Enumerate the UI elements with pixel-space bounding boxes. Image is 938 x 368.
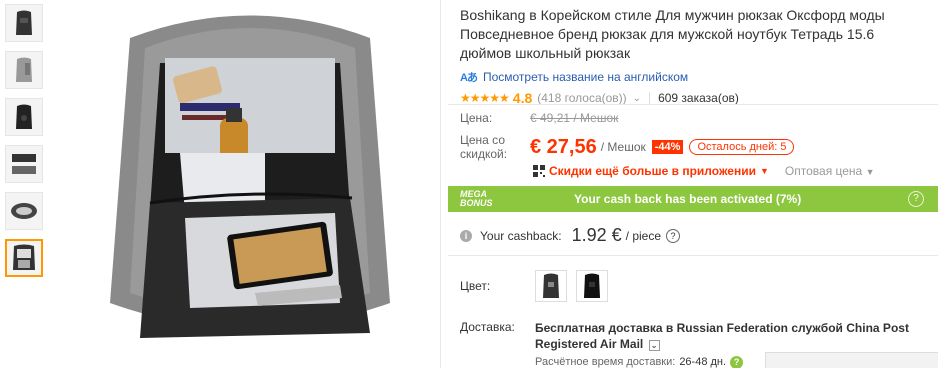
mega-bonus-badge: MEGA BONUS [460,190,500,208]
shipping-label: Доставка: [460,320,515,334]
price-unit: / Мешок [600,140,646,154]
translate-title-link[interactable]: Aあ Посмотреть название на английском [460,69,938,85]
thumbnail-1[interactable] [5,4,43,42]
column-divider [440,0,441,368]
qr-code-icon [533,165,545,177]
color-selector: Цвет: [460,270,617,302]
thumbnail-3[interactable] [5,98,43,136]
eta-value: 26-48 дн. [679,356,727,368]
thumbnail-2[interactable] [5,51,43,89]
cashback-label: Your cashback: [480,228,562,243]
color-swatch-black[interactable] [576,270,608,302]
caret-down-icon: ▼ [759,166,769,176]
cashback-value: 1.92 € [571,225,622,245]
backpack-illustration [110,15,390,338]
product-main-image [60,0,440,368]
price-block: Цена: € 49,21 / Мешок Цена со скидкой: €… [460,110,938,178]
shipping-destination[interactable]: Russian Federation [677,321,788,335]
app-discount-row: Скидки ещё больше в приложении ▼ Оптовая… [533,164,938,178]
bottom-panel [765,352,938,368]
price-label: Цена: [460,111,493,125]
free-shipping-text: Бесплатная доставка в [535,321,674,335]
mega-badge-line2: BONUS [460,198,493,208]
thumbnail-5[interactable] [5,192,43,230]
translate-link-label: Посмотреть название на английском [482,70,689,84]
color-swatch-gray[interactable] [535,270,567,302]
translate-icon: Aあ [460,72,478,84]
divider [649,92,651,104]
help-icon[interactable]: ? [730,355,744,368]
votes-count-link[interactable]: (418 голоса(ов)) [537,91,626,105]
color-label: Цвет: [460,279,491,293]
info-icon: i [460,229,472,242]
thumbnail-list [5,4,45,286]
shipping-description: Бесплатная доставка в Russian Federation… [535,320,925,352]
app-discount-label: Скидки ещё больше в приложении [549,164,756,178]
discount-badge: -44% [651,140,684,154]
thumbnail-4[interactable] [5,145,43,183]
eta-label: Расчётное время доставки: [535,356,676,368]
days-left-badge: Осталось дней: 5 [689,139,795,155]
cashback-activated-text: Your cash back has been activated (7%) [574,192,802,206]
chevron-down-icon[interactable]: ⌄ [648,340,660,351]
rating-stars-icon: ★★★★★ [460,91,510,105]
discount-price-row: Цена со скидкой: € 27,56 / Мешок -44% Ос… [460,133,938,161]
product-title: Boshikang в Корейском стиле Для мужчин р… [460,7,885,61]
orders-count: 609 заказа(ов) [658,91,739,105]
discount-price-label: Цена со скидкой: [460,133,508,161]
discount-price: € 27,56 [530,135,597,158]
divider [448,255,938,256]
shipping-service-prefix: службой [791,321,843,335]
mega-bonus-banner: MEGA BONUS Your cash back has been activ… [448,186,938,212]
cashback-unit: / piece [625,228,662,243]
product-info: Boshikang в Корейском стиле Для мужчин р… [460,6,938,106]
help-icon[interactable]: ? [666,228,681,243]
original-price-row: Цена: € 49,21 / Мешок [460,110,938,126]
thumbnail-6-selected[interactable] [5,239,43,277]
chevron-down-icon[interactable]: ⌄ [633,93,641,104]
wholesale-price-link[interactable]: Оптовая цена ▼ [785,164,875,178]
cashback-row: i Your cashback: 1.92 € / piece ? [460,225,681,246]
caret-down-icon: ▼ [865,167,875,177]
app-discount-link[interactable]: Скидки ещё больше в приложении ▼ [533,164,769,178]
wholesale-label: Оптовая цена [784,164,863,178]
divider [448,104,938,105]
original-price: € 49,21 / Мешок [530,111,619,125]
help-icon[interactable]: ? [908,191,924,207]
